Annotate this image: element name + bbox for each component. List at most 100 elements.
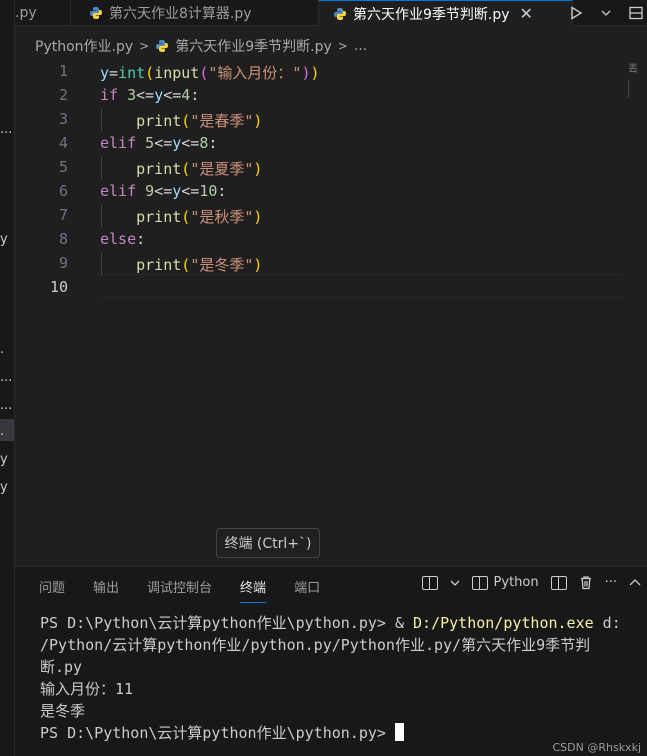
explorer-item-fragment[interactable]: ... — [0, 398, 12, 413]
tab-label: 第六天作业9季节判断.py — [353, 6, 510, 23]
code-token: ) — [253, 112, 263, 130]
code-line: elif 5<=y<=8: — [100, 134, 217, 152]
explorer-item-fragment[interactable]: y — [0, 480, 8, 495]
explorer-item-fragment[interactable]: . — [0, 424, 4, 439]
breadcrumb-file[interactable]: 第六天作业9季节判断.py — [175, 36, 332, 56]
close-icon[interactable]: ✕ — [520, 4, 533, 23]
code-token: elif — [100, 134, 137, 152]
code-token: if — [100, 86, 119, 104]
explorer-item-fragment[interactable]: ... — [0, 122, 12, 137]
terminal-line: PS D:\Python\云计算python作业\python.py> — [40, 722, 640, 744]
code-token: "是春季" — [190, 112, 254, 130]
code-token: <= — [136, 86, 155, 104]
split-terminal-icon[interactable] — [421, 575, 438, 590]
code-line: print("是夏季") — [100, 158, 262, 179]
terminal-arg: d: — [593, 614, 621, 632]
minimap[interactable]: 丟蛋 — [628, 60, 647, 74]
code-token: <= — [181, 182, 200, 200]
code-line: if 3<=y<=4: — [100, 86, 199, 104]
code-token: 4 — [181, 86, 191, 104]
code-token: ) — [253, 208, 263, 226]
terminal-cursor — [394, 723, 404, 741]
python-file-icon — [89, 6, 103, 20]
terminal-line: 是冬季 — [40, 702, 86, 720]
terminal-profile-label: Python — [493, 575, 539, 590]
chevron-up-icon[interactable] — [629, 578, 641, 588]
explorer-item-fragment[interactable]: . — [0, 342, 4, 357]
tab-terminal[interactable]: 终端 — [240, 577, 267, 603]
line-number: 10 — [49, 278, 68, 296]
explorer-item-fragment[interactable]: y — [0, 452, 8, 467]
code-token: print — [136, 256, 182, 274]
tab-output[interactable]: 输出 — [93, 577, 119, 602]
explorer-sidebar-clipped[interactable]: ... y . ... ... . y y — [0, 0, 15, 756]
line-number: 8 — [58, 230, 68, 248]
chevron-right-icon: > — [139, 39, 150, 53]
code-token: 3 — [127, 86, 137, 104]
split-editor-icon[interactable] — [629, 6, 643, 20]
code-line: print("是秋季") — [100, 206, 262, 227]
line-number: 3 — [58, 110, 68, 128]
terminal-output[interactable]: PS D:\Python\云计算python作业\python.py> & D:… — [40, 612, 640, 744]
explorer-item-fragment[interactable]: y — [0, 232, 8, 247]
line-number: 2 — [58, 86, 68, 104]
panel-actions: Python ··· — [421, 575, 641, 590]
code-token: 10 — [199, 182, 218, 200]
terminal-line: 输入月份：11 — [40, 680, 134, 698]
code-token: 9 — [145, 182, 155, 200]
line-number: 7 — [58, 206, 68, 224]
code-token: ( — [145, 64, 155, 82]
code-token: int — [118, 64, 146, 82]
code-line: elif 9<=y<=10: — [100, 182, 226, 200]
tab-problems[interactable]: 问题 — [39, 577, 65, 602]
code-token: ( — [181, 112, 191, 130]
tab-debug-console[interactable]: 调试控制台 — [147, 577, 212, 602]
terminal-instance-icon — [471, 575, 488, 590]
code-token: y — [172, 182, 182, 200]
tab-season-judge[interactable]: 第六天作业9季节判断.py ✕ — [319, 0, 573, 26]
terminal-line: /Python/云计算python作业/python.py/Python作业.p… — [40, 636, 591, 654]
run-icon[interactable] — [569, 6, 583, 20]
code-token: ( — [181, 160, 191, 178]
code-token: <= — [154, 182, 173, 200]
line-number: 4 — [58, 134, 68, 152]
code-token: ) — [310, 64, 320, 82]
code-token: 5 — [145, 134, 155, 152]
line-number: 1 — [58, 62, 68, 80]
code-editor[interactable]: 1 2 3 4 5 6 7 8 9 10 y=int(input("输入月份："… — [15, 60, 621, 300]
terminal-profile[interactable]: Python — [471, 575, 539, 590]
code-token: print — [136, 112, 182, 130]
chevron-down-icon[interactable] — [450, 578, 460, 588]
code-token: ) — [253, 160, 263, 178]
bottom-panel: 问题 输出 调试控制台 终端 端口 Python ··· PS D:\Pytho… — [15, 566, 647, 756]
current-line-highlight — [100, 274, 621, 298]
editor-actions — [569, 0, 647, 26]
line-number: 6 — [58, 182, 68, 200]
chevron-down-icon[interactable] — [601, 8, 611, 18]
editor-scrollbar[interactable] — [628, 80, 629, 98]
trash-icon[interactable] — [579, 575, 593, 590]
code-token: "是夏季" — [190, 160, 254, 178]
code-token: = — [109, 64, 119, 82]
tab-label: 第六天作业8计算器.py — [109, 6, 252, 22]
python-file-icon — [333, 7, 347, 21]
tab-partial[interactable]: .py — [15, 0, 71, 26]
code-line: y=int(input("输入月份：")) — [100, 62, 320, 83]
more-icon[interactable]: ··· — [605, 575, 617, 590]
split-icon[interactable] — [550, 575, 567, 590]
chevron-right-icon: > — [337, 39, 348, 53]
code-line: print("是冬季") — [100, 254, 262, 275]
code-token: <= — [163, 86, 182, 104]
code-token: y — [172, 134, 182, 152]
breadcrumb-more[interactable]: ... — [354, 38, 367, 54]
terminal-prompt: PS D:\Python\云计算python作业\python.py> — [40, 724, 395, 742]
explorer-item-fragment[interactable]: ... — [0, 370, 12, 385]
tab-calculator[interactable]: 第六天作业8计算器.py — [71, 0, 319, 26]
python-file-icon — [155, 39, 169, 53]
terminal-line: 断.py — [40, 658, 83, 676]
line-number: 5 — [58, 158, 68, 176]
editor-tab-bar: .py 第六天作业8计算器.py 第六天作业9季节判断.py ✕ — [15, 0, 647, 26]
code-token: else — [100, 230, 137, 248]
breadcrumb-folder[interactable]: Python作业.py — [35, 36, 133, 56]
tab-ports[interactable]: 端口 — [294, 577, 320, 602]
